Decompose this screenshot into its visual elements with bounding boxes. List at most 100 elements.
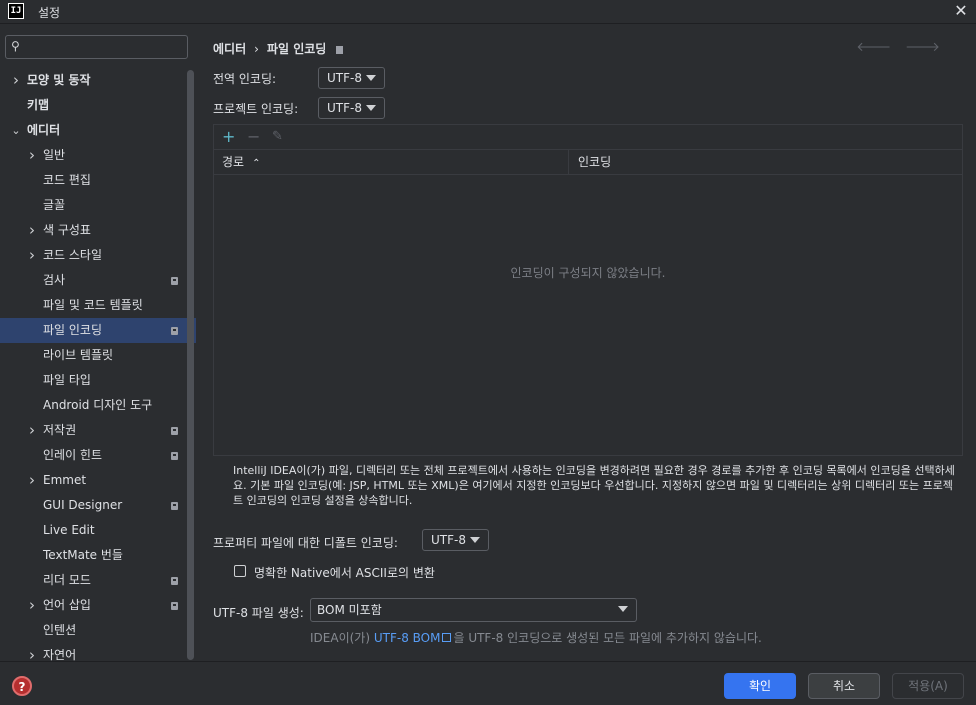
sort-ascending-icon: ⌃ [252,158,261,169]
chevron-down-icon [618,606,628,612]
breadcrumb-separator: › [254,42,259,56]
help-text: IntelliJ IDEA이(가) 파일, 디렉터리 또는 전체 프로젝트에서 … [233,464,955,507]
sidebar-item[interactable]: 파일 타입 [0,368,196,393]
sidebar-item[interactable]: › 자연어 [0,643,196,661]
bom-note: IDEA이(가) UTF-8 BOM 을 UTF-8 인코딩으로 생성된 모든 파… [310,629,762,646]
sidebar-item-label: 저작권 [43,423,77,437]
sidebar-item[interactable]: ⌄ 에디터 [0,118,196,143]
chevron-right-icon[interactable]: › [26,218,38,243]
window-title: 설정 [38,6,61,20]
search-input[interactable] [30,38,180,56]
sidebar-item[interactable]: 라이브 템플릿 [0,343,196,368]
bom-value: BOM 미포함 [317,603,382,617]
table-empty-text: 인코딩이 구성되지 않았습니다. [510,266,666,280]
sidebar-item[interactable]: › 색 구성표 [0,218,196,243]
sidebar-item[interactable]: Android 디자인 도구 [0,393,196,418]
back-arrow-icon[interactable]: 🡐 [856,40,905,55]
sidebar-item-label: 키맵 [27,98,50,112]
breadcrumb: 에디터 › 파일 인코딩 [213,40,344,57]
properties-encoding-value: UTF-8 [431,533,466,547]
sidebar-item[interactable]: 리더 모드 [0,568,196,593]
sidebar-item[interactable]: 파일 인코딩 [0,318,196,343]
sidebar-item[interactable]: 인레이 힌트 [0,443,196,468]
chevron-right-icon[interactable]: › [26,143,38,168]
sidebar-item-label: 색 구성표 [43,223,91,237]
bom-note-suffix: 을 UTF-8 인코딩으로 생성된 모든 파일에 추가하지 않습니다. [453,631,762,645]
sidebar-item-label: 파일 타입 [43,373,91,387]
sidebar-item[interactable]: 글꼴 [0,193,196,218]
bom-note-prefix: IDEA이(가) [310,631,374,645]
title-bar: IJ 설정 ✕ [0,0,976,24]
project-scope-icon [171,327,178,335]
ok-button[interactable]: 확인 [724,673,796,699]
search-box[interactable]: ⚲ [5,35,188,59]
sidebar-item-label: TextMate 번들 [43,548,123,562]
chevron-right-icon[interactable]: › [26,418,38,443]
column-header-encoding[interactable]: 인코딩 [570,150,611,174]
project-scope-icon [171,602,178,610]
edit-icon[interactable]: ✎ [272,127,283,147]
properties-encoding-select[interactable]: UTF-8 [422,529,489,551]
sidebar-item[interactable]: 검사 [0,268,196,293]
sidebar-scrollbar[interactable] [187,70,194,660]
sidebar-item-label: Live Edit [43,523,95,537]
column-path-label: 경로 [222,155,245,169]
settings-tree: › 모양 및 동작 키맵 ⌄ 에디터 › 일반 코드 편집 글꼴 › 색 구성표 › 코드 스타일 검사 파… [0,68,196,661]
chevron-right-icon[interactable]: › [26,468,38,493]
add-icon[interactable]: + [222,127,235,147]
sidebar-item[interactable]: 파일 및 코드 템플릿 [0,293,196,318]
bom-select[interactable]: BOM 미포함 [310,598,637,622]
external-link-icon[interactable] [442,633,452,642]
project-encoding-select[interactable]: UTF-8 [318,97,385,119]
sidebar-item-label: GUI Designer [43,498,123,512]
sidebar-item-label: 글꼴 [43,198,66,212]
sidebar-item-label: 인레이 힌트 [43,448,103,462]
sidebar-item-label: 일반 [43,148,66,162]
project-scope-icon [171,502,178,510]
breadcrumb-current: 파일 인코딩 [266,42,327,56]
apply-button[interactable]: 적용(A) [892,673,964,699]
sidebar-item[interactable]: 코드 편집 [0,168,196,193]
sidebar-item[interactable]: › 언어 삽입 [0,593,196,618]
chevron-down-icon [366,75,376,81]
breadcrumb-parent[interactable]: 에디터 [213,42,246,56]
sidebar-item[interactable]: GUI Designer [0,493,196,518]
global-encoding-label: 전역 인코딩: [213,72,277,86]
sidebar-item-label: 코드 편집 [43,173,91,187]
sidebar-item-label: 리더 모드 [43,573,91,587]
cancel-button[interactable]: 취소 [808,673,880,699]
chevron-down-icon[interactable]: ⌄ [10,118,22,143]
native-ascii-label[interactable]: 명확한 Native에서 ASCII로의 변환 [254,564,435,581]
utf8-bom-link[interactable]: UTF-8 BOM [374,631,441,645]
chevron-right-icon[interactable]: › [26,643,38,661]
sidebar-item[interactable]: TextMate 번들 [0,543,196,568]
remove-icon[interactable]: − [247,127,260,147]
nav-arrows: 🡐🡒 [856,39,954,55]
sidebar-item[interactable]: › 코드 스타일 [0,243,196,268]
sidebar-item-label: Emmet [43,473,87,487]
project-scope-icon [171,452,178,460]
sidebar-item[interactable]: › 일반 [0,143,196,168]
chevron-right-icon[interactable]: › [10,68,22,93]
native-ascii-checkbox[interactable] [234,565,246,577]
sidebar-item-label: 모양 및 동작 [27,73,91,87]
sidebar-item[interactable]: › Emmet [0,468,196,493]
sidebar-item-label: 검사 [43,273,66,287]
sidebar-item[interactable]: › 모양 및 동작 [0,68,196,93]
sidebar-item[interactable]: 인텐션 [0,618,196,643]
project-encoding-value: UTF-8 [327,101,362,115]
help-icon[interactable]: ? [12,676,32,696]
sidebar-item-label: Android 디자인 도구 [43,398,153,412]
bom-label: UTF-8 파일 생성: [213,606,304,620]
chevron-right-icon[interactable]: › [26,593,38,618]
close-icon[interactable]: ✕ [952,1,970,21]
chevron-right-icon[interactable]: › [26,243,38,268]
sidebar-item[interactable]: › 저작권 [0,418,196,443]
sidebar-item[interactable]: Live Edit [0,518,196,543]
global-encoding-select[interactable]: UTF-8 [318,67,385,89]
forward-arrow-icon[interactable]: 🡒 [905,40,954,55]
column-header-path[interactable]: 경로 ⌃ [214,150,569,174]
dialog-footer: ? 확인 취소 적용(A) [0,661,976,705]
sidebar-item[interactable]: 키맵 [0,93,196,118]
global-encoding-value: UTF-8 [327,71,362,85]
